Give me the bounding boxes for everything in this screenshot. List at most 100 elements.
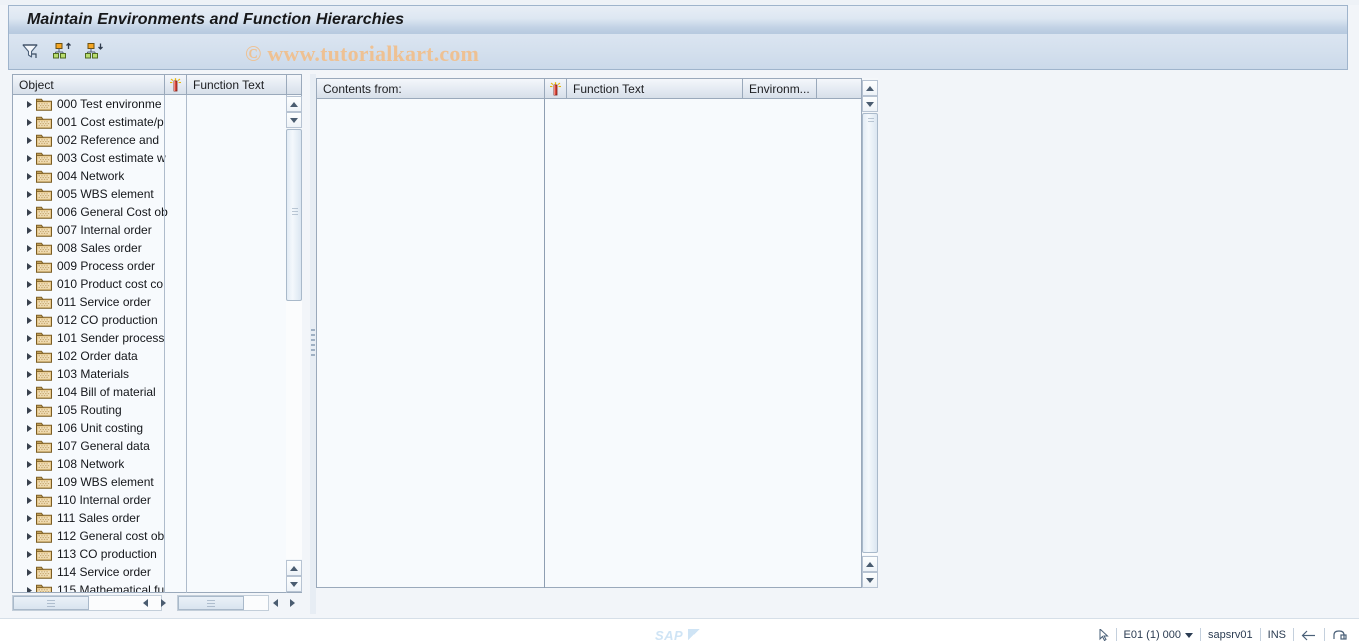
expand-arrow-icon[interactable] [23, 260, 35, 272]
expand-arrow-icon[interactable] [23, 584, 35, 592]
tree-row[interactable]: 002 Reference and [13, 131, 301, 149]
left-horizontal-scrollbar-secondary[interactable] [177, 595, 269, 611]
expand-arrow-icon[interactable] [23, 242, 35, 254]
status-insert-mode[interactable]: INS [1259, 628, 1293, 641]
tree-row[interactable]: 008 Sales order [13, 239, 301, 257]
expand-arrow-icon[interactable] [23, 116, 35, 128]
column-header-spacer-right[interactable] [816, 78, 862, 99]
status-resize-grip[interactable] [1324, 628, 1355, 641]
left-hscroll-right-button[interactable] [155, 595, 171, 611]
tree-row[interactable]: 103 Materials [13, 365, 301, 383]
tree-row[interactable]: 113 CO production [13, 545, 301, 563]
expand-arrow-icon[interactable] [23, 548, 35, 560]
column-header-contents-from[interactable]: Contents from: [316, 78, 544, 99]
expand-arrow-icon[interactable] [23, 386, 35, 398]
tree-row[interactable]: 101 Sender process [13, 329, 301, 347]
expand-arrow-icon[interactable] [23, 170, 35, 182]
tree-row[interactable]: 004 Network [13, 167, 301, 185]
expand-arrow-icon[interactable] [23, 422, 35, 434]
collapse-hierarchy-button[interactable] [82, 39, 106, 63]
expand-arrow-icon[interactable] [23, 440, 35, 452]
expand-hierarchy-button[interactable] [50, 39, 74, 63]
column-header-environment[interactable]: Environm... [742, 78, 816, 99]
tree-row[interactable]: 108 Network [13, 455, 301, 473]
tree-row[interactable]: 010 Product cost co [13, 275, 301, 293]
tree-row[interactable]: 104 Bill of material [13, 383, 301, 401]
expand-arrow-icon[interactable] [23, 134, 35, 146]
left-scroll-down-button-bottom[interactable] [286, 576, 302, 592]
left-hscroll-left-button[interactable] [137, 595, 153, 611]
folder-icon [36, 548, 52, 561]
right-vertical-scrollbar[interactable] [862, 78, 878, 588]
left-scroll-down-button[interactable] [286, 112, 302, 128]
column-header-status-icon[interactable] [164, 74, 186, 95]
tree-row[interactable]: 105 Routing [13, 401, 301, 419]
tree-row[interactable]: 003 Cost estimate w [13, 149, 301, 167]
left-vertical-scrollbar[interactable] [286, 96, 302, 592]
expand-arrow-icon[interactable] [23, 512, 35, 524]
tree-row[interactable]: 114 Service order [13, 563, 301, 581]
right-scroll-down-button-bottom[interactable] [862, 572, 878, 588]
tree-row[interactable]: 000 Test environme [13, 95, 301, 113]
expand-arrow-icon[interactable] [23, 368, 35, 380]
column-header-spacer[interactable] [286, 74, 302, 95]
expand-arrow-icon[interactable] [23, 530, 35, 542]
expand-arrow-icon[interactable] [23, 98, 35, 110]
candle-icon [169, 77, 182, 92]
expand-arrow-icon[interactable] [23, 332, 35, 344]
tree-row[interactable]: 012 CO production [13, 311, 301, 329]
expand-arrow-icon[interactable] [23, 458, 35, 470]
expand-arrow-icon[interactable] [23, 224, 35, 236]
tree-row[interactable]: 007 Internal order [13, 221, 301, 239]
expand-arrow-icon[interactable] [23, 296, 35, 308]
tree-row[interactable]: 110 Internal order [13, 491, 301, 509]
column-header-function-text-right[interactable]: Function Text [566, 78, 742, 99]
tree-row[interactable]: 111 Sales order [13, 509, 301, 527]
expand-arrow-icon[interactable] [23, 206, 35, 218]
right-scroll-up-button-bottom[interactable] [862, 556, 878, 572]
tree-row[interactable]: 005 WBS element [13, 185, 301, 203]
left-scroll-up-button[interactable] [286, 96, 302, 112]
tree-row[interactable]: 106 Unit costing [13, 419, 301, 437]
right-scroll-up-button[interactable] [862, 80, 878, 96]
tree-row[interactable]: 009 Process order [13, 257, 301, 275]
column-header-status-icon-right[interactable] [544, 78, 566, 99]
status-system-id[interactable]: E01 (1) 000 [1115, 628, 1200, 641]
tree-row[interactable]: 011 Service order [13, 293, 301, 311]
chevron-up-icon [290, 101, 298, 107]
left-hscroll2-thumb[interactable] [178, 596, 244, 610]
left-scroll-track[interactable] [286, 129, 302, 559]
right-scroll-thumb[interactable] [862, 113, 878, 553]
expand-arrow-icon[interactable] [23, 350, 35, 362]
status-back-indicator[interactable] [1293, 628, 1324, 641]
filter-button[interactable] [18, 39, 42, 63]
expand-arrow-icon[interactable] [23, 476, 35, 488]
tree-row[interactable]: 102 Order data [13, 347, 301, 365]
expand-arrow-icon[interactable] [23, 188, 35, 200]
tree-row[interactable]: 107 General data [13, 437, 301, 455]
left-hscroll2-track[interactable] [177, 595, 269, 611]
tree-row[interactable]: 006 General Cost ob [13, 203, 301, 221]
folder-icon [36, 422, 52, 435]
expand-arrow-icon[interactable] [23, 494, 35, 506]
column-header-function-text[interactable]: Function Text [186, 74, 286, 95]
tree-row-label: 004 Network [57, 169, 125, 183]
tree-row[interactable]: 115 Mathematical fu [13, 581, 301, 592]
expand-arrow-icon[interactable] [23, 278, 35, 290]
expand-arrow-icon[interactable] [23, 314, 35, 326]
left-hscroll2-left-button[interactable] [267, 595, 283, 611]
right-scroll-down-button[interactable] [862, 96, 878, 112]
tree-row[interactable]: 001 Cost estimate/p [13, 113, 301, 131]
expand-arrow-icon[interactable] [23, 152, 35, 164]
folder-icon [36, 296, 52, 309]
column-header-object[interactable]: Object [12, 74, 164, 95]
right-scroll-track[interactable] [862, 113, 878, 555]
tree-row[interactable]: 109 WBS element [13, 473, 301, 491]
left-hscroll-thumb[interactable] [13, 596, 89, 610]
left-scroll-up-button-bottom[interactable] [286, 560, 302, 576]
expand-arrow-icon[interactable] [23, 404, 35, 416]
left-scroll-thumb[interactable] [286, 129, 302, 301]
expand-arrow-icon[interactable] [23, 566, 35, 578]
tree-row[interactable]: 112 General cost ob [13, 527, 301, 545]
left-hscroll2-right-button[interactable] [284, 595, 300, 611]
